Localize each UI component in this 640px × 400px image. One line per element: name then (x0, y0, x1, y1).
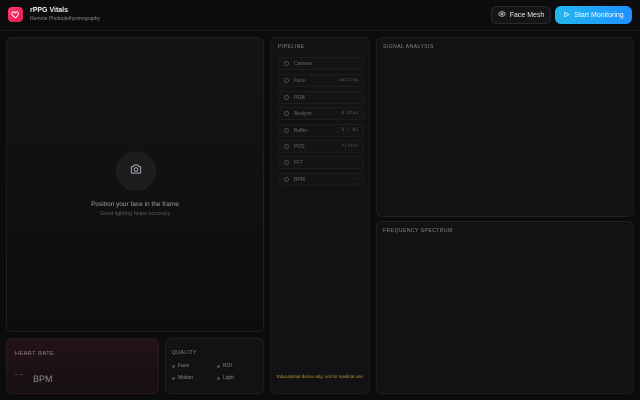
pipeline-step-fft: FFT (278, 156, 364, 169)
heart-rate-card: HEART RATE -- -- BPM (6, 338, 159, 394)
face-mesh-button[interactable]: Face Mesh (491, 6, 551, 24)
signal-analysis-panel: SIGNAL ANALYSIS (376, 37, 634, 217)
video-hint: Good lighting helps accuracy (99, 211, 171, 217)
heart-logo-icon (8, 7, 23, 22)
pos-step-icon (284, 144, 289, 149)
pipeline-step-buffer: Buffer 0 / 0s (278, 124, 364, 137)
pipeline-step-name: RGB (294, 94, 305, 101)
camera-placeholder (116, 151, 156, 191)
pipeline-step-bpm: BPM -- (278, 173, 364, 186)
pipeline-step-name: Camera (294, 60, 312, 67)
pipeline-step-name: BPM (294, 176, 305, 183)
quality-item-label: ROI (223, 363, 232, 369)
heart-rate-unit: BPM (33, 374, 53, 384)
quality-label: QUALITY (172, 350, 197, 356)
quality-item-face: Face (172, 363, 189, 369)
status-dot-icon (217, 364, 220, 368)
camera-step-icon (284, 61, 289, 66)
eye-icon (497, 10, 506, 20)
app-subtitle: Remote Photoplethysmography (30, 16, 101, 22)
pipeline-step-status: filter (341, 144, 358, 149)
start-monitoring-label: Start Monitoring (574, 11, 624, 19)
pipeline-step-rgb: RGB (278, 91, 364, 104)
quality-item-label: Face (178, 363, 190, 369)
rgb-step-icon (284, 95, 289, 100)
face-step-icon (284, 78, 289, 83)
pipeline-step-camera: Camera (278, 57, 364, 70)
signal-analysis-label: SIGNAL ANALYSIS (383, 44, 434, 50)
status-dot-icon (217, 376, 220, 380)
frequency-spectrum-panel: FREQUENCY SPECTRUM (376, 221, 634, 394)
pipeline-panel: PIPELINE Camera Face waiting RGB Analyze… (270, 37, 370, 394)
heart-step-icon (284, 177, 289, 182)
pipeline-step-name: FFT (294, 159, 304, 166)
pipeline-label: PIPELINE (278, 44, 305, 50)
pipeline-step-pos: POS filter (278, 140, 364, 153)
pipeline-step-name: POS (294, 143, 305, 150)
quality-item-motion: Motion (172, 375, 193, 381)
play-icon (563, 11, 570, 20)
video-message: Position your face in the frame (91, 201, 179, 208)
pipeline-step-face: Face waiting (278, 74, 364, 87)
app-header: rPPG Vitals Remote Photoplethysmography … (0, 0, 640, 31)
heart-rate-value: -- -- (15, 372, 24, 378)
status-dot-icon (172, 364, 175, 368)
status-dot-icon (172, 376, 175, 380)
start-monitoring-button[interactable]: Start Monitoring (555, 6, 632, 24)
pipeline-step-status: waiting (339, 78, 358, 83)
app-title: rPPG Vitals (30, 7, 69, 14)
buffer-step-icon (284, 128, 289, 133)
analyze-step-icon (284, 111, 289, 116)
quality-item-roi: ROI (217, 363, 232, 369)
pipeline-step-name: Analyze (294, 110, 312, 117)
pipeline-step-analyze: Analyze 0.0fps (278, 107, 364, 120)
pipeline-step-status: 0 / 0s (341, 128, 358, 133)
quality-item-label: Light (223, 375, 234, 381)
quality-item-label: Motion (178, 375, 194, 381)
camera-icon (129, 162, 143, 181)
camera-view: Position your face in the frame Good lig… (6, 37, 264, 332)
heart-rate-label: HEART RATE (15, 351, 55, 357)
fft-step-icon (284, 160, 289, 165)
quality-item-light: Light (217, 375, 234, 381)
pipeline-step-status: -- (352, 177, 358, 182)
face-mesh-label: Face Mesh (509, 11, 545, 19)
pipeline-step-status: 0.0fps (341, 111, 358, 116)
medical-disclaimer: Educational demo only, not for medical u… (277, 374, 364, 379)
quality-card: QUALITY Face ROI Motion Light (165, 338, 264, 394)
frequency-spectrum-label: FREQUENCY SPECTRUM (383, 228, 453, 234)
pipeline-step-name: Face (294, 77, 306, 84)
pipeline-step-name: Buffer (294, 127, 308, 134)
